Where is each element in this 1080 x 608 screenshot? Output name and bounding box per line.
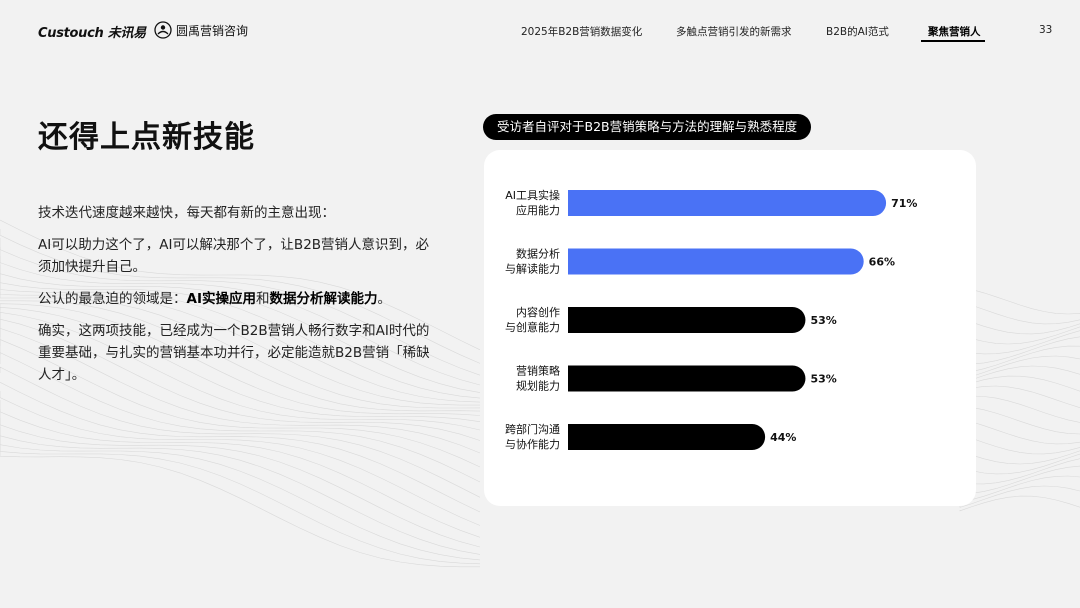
paragraph-3-prefix: 公认的最急迫的领域是：: [38, 291, 187, 307]
bar: [568, 190, 887, 216]
active-nav-underline: [921, 40, 985, 42]
bar: [568, 365, 806, 392]
bar-chart: AI工具实操应用能力 71% 数据分析与解读能力 66% 内容创作与创意能力 53% 营销策…: [505, 188, 917, 451]
category-label: 应用能力: [516, 203, 560, 217]
value-label: 71%: [891, 197, 917, 210]
category-label: 与协作能力: [505, 437, 560, 451]
category-label: 与创意能力: [505, 320, 560, 334]
header: Custouch 未讯易 圆禹营销咨询 2025年B2B营销数据变化 多触点营销…: [0, 0, 1080, 60]
value-label: 44%: [770, 431, 796, 444]
bar: [568, 424, 766, 450]
paragraph-3: 公认的最急迫的领域是：AI实操应用和数据分析解读能力。: [38, 288, 438, 310]
page-title: 还得上点新技能: [38, 120, 255, 155]
nav-item-marketers[interactable]: 聚焦营销人: [928, 24, 981, 39]
value-label: 53%: [810, 314, 836, 327]
category-label: 规划能力: [516, 379, 560, 393]
chart-title: 受访者自评对于B2B营销策略与方法的理解与熟悉程度: [483, 114, 812, 140]
category-label: 跨部门沟通: [505, 422, 560, 436]
category-label: 与解读能力: [505, 262, 560, 276]
paragraph-2: AI可以助力这个了，AI可以解决那个了，让B2B营销人意识到，必须加快提升自己。: [38, 237, 430, 275]
category-label: 内容创作: [516, 305, 560, 319]
paragraph-1: 技术迭代速度越来越快，每天都有新的主意出现：: [38, 205, 335, 221]
category-label: 营销策略: [516, 364, 560, 378]
paragraph-4: 确实，这两项技能，已经成为一个B2B营销人畅行数字和AI时代的重要基础，与扎实的…: [38, 323, 430, 383]
highlight-ai-skill: AI实操应用: [186, 291, 256, 307]
paragraph-3-mid: 和: [255, 291, 270, 307]
body-text: 技术迭代速度越来越快，每天都有新的主意出现： AI可以助力这个了，AI可以解决那…: [38, 202, 438, 396]
bar: [568, 307, 806, 333]
paragraph-3-suffix: 。: [377, 291, 391, 307]
value-label: 53%: [810, 373, 836, 386]
nav-item-new-needs[interactable]: 多触点营销引发的新需求: [676, 24, 792, 39]
nav-item-data-changes[interactable]: 2025年B2B营销数据变化: [521, 24, 642, 39]
value-label: 66%: [869, 256, 895, 269]
chart-card: AI工具实操 应用能力 71% 数据分析 与解读能力 66% 内容创作 与创意能力 53% 营销策…: [484, 150, 976, 506]
bar: [568, 248, 864, 275]
nav-item-ai-paradigm[interactable]: B2B的AI范式: [826, 24, 889, 39]
page-number: 33: [1039, 24, 1053, 36]
category-label: 数据分析: [516, 247, 560, 261]
top-nav: 2025年B2B营销数据变化 多触点营销引发的新需求 B2B的AI范式 聚焦营销…: [0, 24, 1080, 44]
category-label: AI工具实操: [505, 188, 560, 202]
highlight-data-skill: 数据分析解读能力: [269, 291, 378, 307]
